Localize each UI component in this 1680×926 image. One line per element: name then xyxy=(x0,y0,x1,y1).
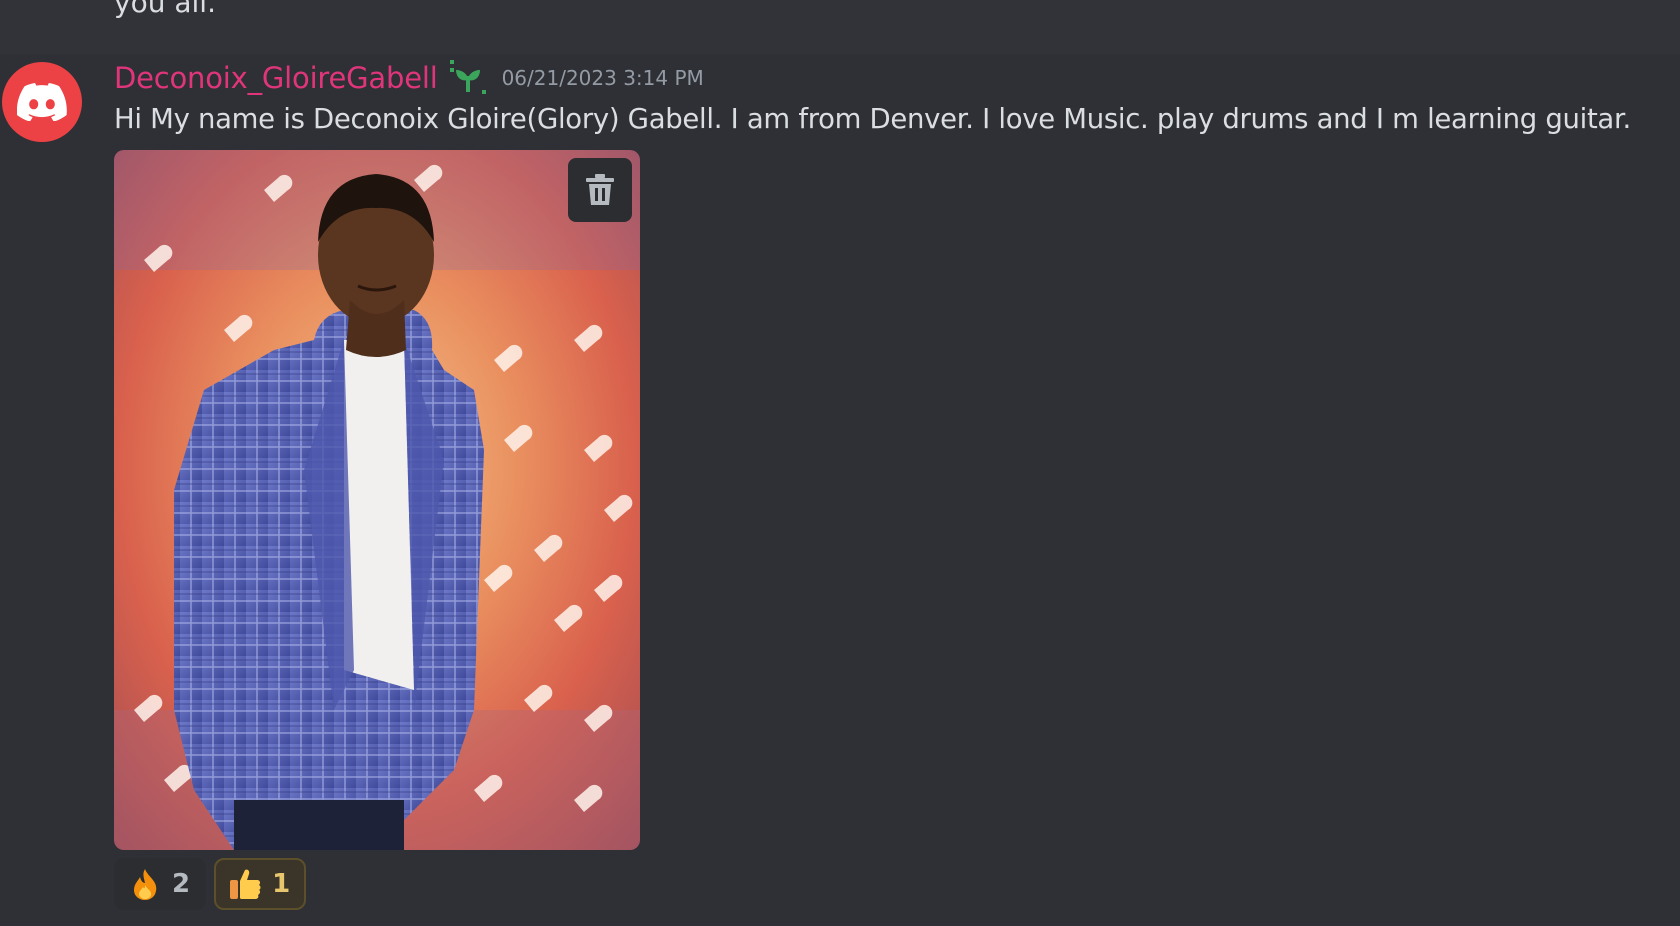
reaction-count: 2 xyxy=(172,869,191,899)
avatar[interactable] xyxy=(2,62,82,142)
username[interactable]: Deconoix_GloireGabell xyxy=(114,61,438,95)
message-content: Hi My name is Deconoix Gloire(Glory) Gab… xyxy=(114,103,1631,135)
sprout-icon[interactable] xyxy=(448,58,488,98)
chat-view: you all. Deconoix_GloireGabell 06/21/202… xyxy=(0,0,1680,926)
reactions: 2 1 xyxy=(114,858,307,910)
reaction-thumbs-up[interactable]: 1 xyxy=(214,858,307,910)
image-attachment[interactable] xyxy=(114,150,640,850)
thumbs-up-icon xyxy=(230,869,261,899)
timestamp[interactable]: 06/21/2023 3:14 PM xyxy=(502,66,704,90)
previous-message: you all. xyxy=(0,0,1680,54)
photo-attachment xyxy=(114,150,640,850)
delete-attachment-button[interactable] xyxy=(568,158,632,222)
message-header: Deconoix_GloireGabell 06/21/2023 3:14 PM xyxy=(114,58,704,98)
discord-logo-icon xyxy=(17,83,67,121)
fire-icon xyxy=(134,869,157,900)
reaction-count: 1 xyxy=(272,869,291,899)
previous-message-text: you all. xyxy=(114,0,216,19)
reaction-fire[interactable]: 2 xyxy=(114,858,207,910)
message[interactable]: Deconoix_GloireGabell 06/21/2023 3:14 PM… xyxy=(0,54,1680,926)
trash-icon xyxy=(586,174,614,205)
